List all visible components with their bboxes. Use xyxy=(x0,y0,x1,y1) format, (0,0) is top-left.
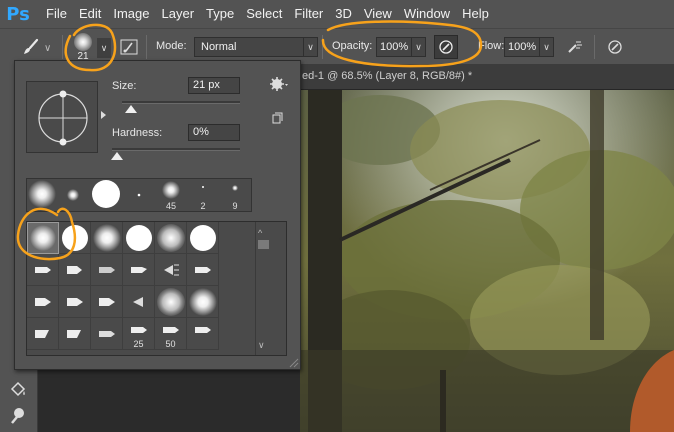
hardness-slider-thumb[interactable] xyxy=(111,152,123,160)
brush-panel-toggle-icon[interactable] xyxy=(118,35,140,59)
tool-preset-chevron-icon[interactable]: ∨ xyxy=(44,43,51,54)
photoshop-logo: Ps xyxy=(6,3,30,25)
pressure-opacity-icon[interactable] xyxy=(434,35,458,59)
menu-edit[interactable]: Edit xyxy=(73,0,107,28)
brush-preset-soft-round-selected[interactable] xyxy=(27,222,59,254)
brush-preset-airbrush[interactable] xyxy=(155,286,187,318)
opacity-dropdown-chevron-icon[interactable]: ∨ xyxy=(412,37,426,57)
brush-picker-dropdown-icon[interactable]: ∨ xyxy=(97,38,111,58)
hardness-slider-track[interactable] xyxy=(112,148,240,151)
resize-grip-icon[interactable] xyxy=(287,355,299,368)
document-canvas[interactable] xyxy=(300,90,674,432)
menu-file[interactable]: File xyxy=(40,0,73,28)
brush-preset-size: 50 xyxy=(165,339,176,349)
menu-bar: Ps File Edit Image Layer Type Select Fil… xyxy=(0,0,674,28)
mode-select[interactable]: Normal xyxy=(194,37,304,57)
dodge-tool-icon[interactable] xyxy=(8,406,28,426)
brush-preset-flat[interactable] xyxy=(91,286,123,318)
recent-brush-size: 45 xyxy=(165,201,176,211)
brush-preset-grid: 25 50 ^ ∨ xyxy=(26,221,287,356)
separator xyxy=(322,35,323,59)
brush-preset-angled[interactable] xyxy=(91,318,123,350)
recent-brush-size: 9 xyxy=(232,201,238,211)
brush-preset-flat[interactable] xyxy=(59,286,91,318)
soft-brush-tip-icon xyxy=(74,33,92,51)
menu-view[interactable]: View xyxy=(358,0,398,28)
pressure-size-icon[interactable] xyxy=(604,35,626,59)
recent-brush[interactable] xyxy=(202,186,204,188)
preset-grid-scrollbar[interactable]: ^ ∨ xyxy=(255,222,271,355)
menu-type[interactable]: Type xyxy=(200,0,240,28)
paint-bucket-tool-icon[interactable] xyxy=(8,380,28,400)
scroll-up-arrow-icon[interactable]: ^ xyxy=(258,228,262,238)
brush-preset-angled[interactable] xyxy=(27,318,59,350)
recent-brush[interactable] xyxy=(162,181,180,199)
scroll-down-arrow-icon[interactable]: ∨ xyxy=(258,340,265,351)
brush-preset-airbrush[interactable] xyxy=(187,286,219,318)
brush-preset-fan[interactable] xyxy=(155,254,187,286)
brush-preset-soft-round[interactable] xyxy=(59,222,91,254)
recent-brushes-strip: 45 2 9 xyxy=(26,178,252,212)
brush-preset-marker[interactable] xyxy=(59,254,91,286)
document-tab-title: ed-1 @ 68.5% (Layer 8, RGB/8#) * xyxy=(302,70,473,82)
forest-photo xyxy=(300,90,674,432)
mode-dropdown-chevron-icon[interactable]: ∨ xyxy=(304,37,318,57)
brush-preset-pencil[interactable] xyxy=(123,254,155,286)
brush-preset-soft-round[interactable] xyxy=(155,222,187,254)
brush-preset-pencil[interactable] xyxy=(91,254,123,286)
menu-window[interactable]: Window xyxy=(398,0,456,28)
recent-brush-size: 2 xyxy=(200,201,206,211)
brush-preset-marker[interactable] xyxy=(187,254,219,286)
brush-angle-roundness-preview[interactable] xyxy=(26,81,98,153)
menu-help[interactable]: Help xyxy=(456,0,495,28)
brush-preset-flat[interactable] xyxy=(27,286,59,318)
hardness-label: Hardness: xyxy=(112,127,163,139)
airbrush-icon[interactable] xyxy=(564,35,586,59)
opacity-label: Opacity: xyxy=(332,40,373,52)
brush-preset-pencil-50[interactable]: 50 xyxy=(155,318,187,350)
menu-layer[interactable]: Layer xyxy=(156,0,201,28)
size-input[interactable]: 21 px xyxy=(188,77,240,94)
recent-brush[interactable] xyxy=(137,193,141,197)
photoshop-window: Ps File Edit Image Layer Type Select Fil… xyxy=(0,0,674,432)
brush-preset-pencil[interactable] xyxy=(187,318,219,350)
brush-preset-marker[interactable] xyxy=(27,254,59,286)
flow-dropdown-chevron-icon[interactable]: ∨ xyxy=(540,37,554,57)
brush-preset-soft-round[interactable] xyxy=(91,222,123,254)
brush-preset-hard-round[interactable] xyxy=(187,222,219,254)
gear-icon[interactable] xyxy=(269,76,289,92)
hardness-input[interactable]: 0% xyxy=(188,124,240,141)
new-preset-icon[interactable] xyxy=(271,111,283,124)
size-label: Size: xyxy=(112,80,137,92)
brush-preset-thumbnail[interactable]: 21 xyxy=(70,31,96,63)
menu-filter[interactable]: Filter xyxy=(288,0,329,28)
recent-brush[interactable] xyxy=(28,180,56,208)
separator xyxy=(146,35,147,59)
recent-brush[interactable] xyxy=(92,180,120,208)
opacity-input[interactable]: 100% xyxy=(376,37,412,57)
menu-3d[interactable]: 3D xyxy=(329,0,358,28)
menu-image[interactable]: Image xyxy=(107,0,155,28)
size-slider-thumb[interactable] xyxy=(125,105,138,113)
brush-preset-picker: Size: 21 px Hardness: 0% 45 2 9 25 50 ^ … xyxy=(14,60,301,370)
mode-label: Mode: xyxy=(156,40,187,52)
brush-preset-angled[interactable] xyxy=(59,318,91,350)
brush-preset-hard-round[interactable] xyxy=(123,222,155,254)
brush-preset-pencil-25[interactable]: 25 xyxy=(123,318,155,350)
flow-input[interactable]: 100% xyxy=(504,37,540,57)
menu-select[interactable]: Select xyxy=(240,0,288,28)
size-slider-track[interactable] xyxy=(122,101,240,104)
document-tab[interactable]: ed-1 @ 68.5% (Layer 8, RGB/8#) * xyxy=(300,64,674,90)
brush-preset-size: 25 xyxy=(133,339,144,349)
separator xyxy=(62,35,63,59)
separator xyxy=(594,35,595,59)
flow-label: Flow: xyxy=(478,40,505,52)
scrollbar-thumb[interactable] xyxy=(258,240,269,249)
brush-preset-round-bristle[interactable] xyxy=(123,286,155,318)
brush-tool-icon[interactable] xyxy=(18,35,44,59)
recent-brush[interactable] xyxy=(67,189,79,201)
angle-arrow-icon xyxy=(101,111,106,119)
recent-brush[interactable] xyxy=(232,185,238,191)
options-bar: ∨ 21 ∨ Mode: Normal ∨ Opacity: 100% ∨ Fl… xyxy=(0,28,674,64)
